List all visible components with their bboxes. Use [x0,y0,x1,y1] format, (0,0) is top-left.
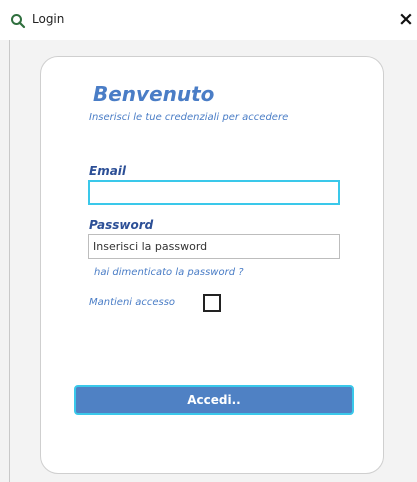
password-label: Password [89,218,154,232]
password-field[interactable] [88,234,340,259]
login-button[interactable]: Accedi.. [74,385,354,415]
email-label: Email [89,164,127,178]
email-field[interactable] [88,180,340,205]
keep-logged-in-checkbox[interactable] [203,294,221,312]
login-window: Login × Benvenuto Inserisci le tue crede… [0,0,417,482]
close-icon[interactable]: × [398,8,417,30]
forgot-password-link[interactable]: hai dimenticato la password ? [94,267,244,278]
window-border [9,40,10,482]
login-subtitle: Inserisci le tue credenziali per acceder… [89,112,289,123]
title-bar: Login × [0,0,417,40]
window-title: Login [32,12,65,26]
keep-logged-in-label: Mantieni accesso [89,297,176,308]
search-icon [10,13,26,29]
welcome-heading: Benvenuto [93,82,215,106]
